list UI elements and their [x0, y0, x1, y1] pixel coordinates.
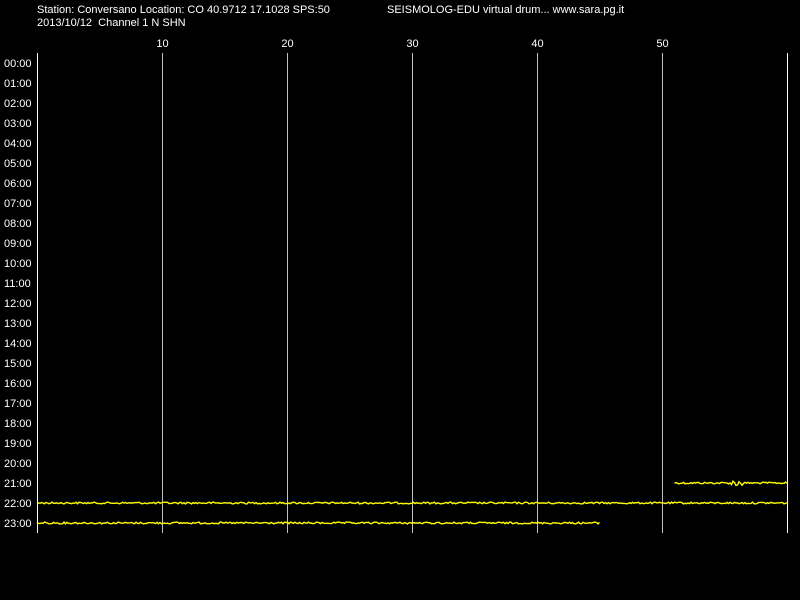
y-tick-label: 12:00	[4, 298, 32, 310]
y-tick-label: 07:00	[4, 198, 32, 210]
y-tick-label: 01:00	[4, 78, 32, 90]
y-tick-label: 05:00	[4, 158, 32, 170]
y-tick-label: 04:00	[4, 138, 32, 150]
x-tick-label: 40	[531, 38, 543, 50]
y-tick-label: 08:00	[4, 218, 32, 230]
y-tick-label: 03:00	[4, 118, 32, 130]
seismogram-chart: 10 20 30 40 50 00:00 01:00 02:00 03:00 04:00 05:0…	[4, 38, 788, 533]
x-tick-label: 10	[156, 38, 168, 50]
y-tick-label: 11:00	[4, 278, 31, 290]
seismic-trace-row-23	[36, 521, 600, 525]
y-tick-label: 10:00	[4, 258, 32, 270]
y-tick-label: 06:00	[4, 178, 32, 190]
x-tick-label: 20	[281, 38, 293, 50]
y-tick-label: 09:00	[4, 238, 32, 250]
x-tick-label: 30	[406, 38, 418, 50]
y-tick-label: 20:00	[4, 458, 32, 470]
seismic-trace-row-21	[674, 480, 788, 487]
y-tick-label: 15:00	[4, 358, 32, 370]
y-tick-label: 13:00	[4, 318, 32, 330]
y-tick-label: 02:00	[4, 98, 32, 110]
y-tick-label: 18:00	[4, 418, 32, 430]
y-tick-label: 21:00	[4, 478, 32, 490]
y-tick-label: 17:00	[4, 398, 32, 410]
y-tick-label: 19:00	[4, 438, 32, 450]
x-tick-label: 50	[656, 38, 668, 50]
y-tick-label: 00:00	[4, 58, 32, 70]
y-tick-label: 16:00	[4, 378, 32, 390]
y-tick-label: 14:00	[4, 338, 32, 350]
y-tick-label: 22:00	[4, 498, 32, 510]
y-tick-label: 23:00	[4, 518, 32, 530]
